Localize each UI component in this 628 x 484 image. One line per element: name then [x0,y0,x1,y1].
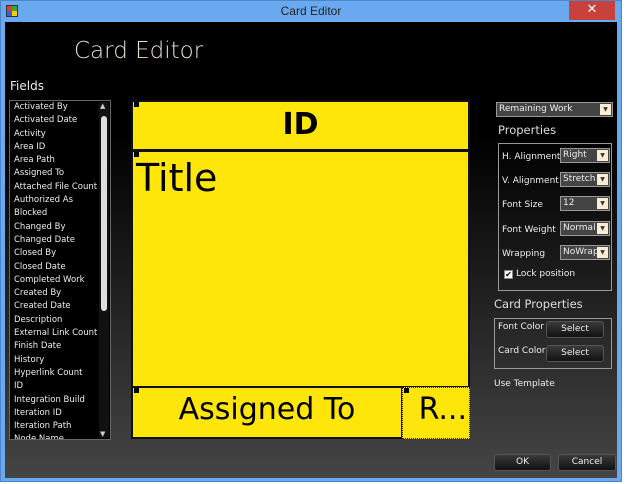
lock-position-checkbox[interactable]: ✔ [504,270,513,279]
field-list-item[interactable]: Closed Date [10,261,110,274]
window-title: Card Editor [280,4,342,18]
lock-icon [134,102,139,107]
lock-icon [134,388,139,393]
card-field-id[interactable]: ID [131,100,470,151]
use-template-link[interactable]: Use Template [494,379,555,389]
field-list-item[interactable]: Node Name [10,433,110,439]
scroll-up-icon[interactable]: ▲ [100,102,105,110]
font-size-label: Font Size [502,200,543,210]
font-color-label: Font Color [498,322,544,332]
page-title: Card Editor [74,38,204,64]
chevron-down-icon: ▼ [597,150,608,161]
field-list-item[interactable]: Created Date [10,300,110,313]
fields-label: Fields [10,79,44,93]
field-list-item[interactable]: Activated Date [10,114,110,127]
font-color-select-button[interactable]: Select [546,321,604,338]
field-list-item[interactable]: Created By [10,287,110,300]
field-list-item[interactable]: Attached File Count [10,181,110,194]
field-list-item[interactable]: Completed Work [10,274,110,287]
card-field-title[interactable]: Title [131,150,470,388]
h-align-dropdown[interactable]: Right ▼ [560,148,610,163]
h-align-label: H. Alignment [502,152,561,162]
font-size-value: 12 [563,198,575,208]
field-list-item[interactable]: Activated By [10,101,110,114]
field-list-item[interactable]: Hyperlink Count [10,367,110,380]
close-button[interactable]: ✕ [569,1,615,20]
selected-field-value: Remaining Work [499,104,573,114]
field-list-item[interactable]: External Link Count [10,327,110,340]
cancel-button[interactable]: Cancel [558,454,616,471]
lock-position-label: Lock position [516,269,576,279]
card-field-remaining-work[interactable]: R... [402,387,470,439]
field-list-item[interactable]: History [10,354,110,367]
field-list-item[interactable]: ID [10,380,110,393]
field-list-item[interactable]: Area Path [10,154,110,167]
scroll-thumb[interactable] [101,116,107,311]
lock-icon [134,152,139,157]
card-field-assigned-text: Assigned To [178,392,356,427]
card-field-remaining-text: R... [418,392,467,427]
field-list-item[interactable]: Assigned To [10,167,110,180]
h-align-value: Right [563,150,587,160]
font-size-dropdown[interactable]: 12 ▼ [560,196,610,211]
chevron-down-icon: ▼ [597,223,608,234]
card-field-assigned-to[interactable]: Assigned To [131,387,403,439]
field-list-item[interactable]: Closed By [10,247,110,260]
wrapping-label: Wrapping [502,249,546,259]
card-color-label: Card Color [498,346,546,356]
field-list-item[interactable]: Changed Date [10,234,110,247]
v-align-label: V. Alignment [502,176,559,186]
font-weight-label: Font Weight [502,225,556,235]
fields-list[interactable]: Activated By Activated Date Activity Area I… [9,100,111,440]
font-weight-value: Normal [563,223,596,233]
chevron-down-icon: ▼ [600,104,611,115]
wrapping-dropdown[interactable]: NoWrap ▼ [560,245,610,260]
field-list-item[interactable]: Authorized As [10,194,110,207]
chevron-down-icon: ▼ [597,174,608,185]
ok-button[interactable]: OK [494,454,551,471]
field-list-item[interactable]: Activity [10,128,110,141]
font-weight-dropdown[interactable]: Normal ▼ [560,221,610,236]
v-align-value: Stretch [563,174,596,184]
field-list-item[interactable]: Changed By [10,221,110,234]
chevron-down-icon: ▼ [597,198,608,209]
lock-icon [404,388,409,393]
chevron-down-icon: ▼ [597,247,608,258]
properties-heading: Properties [498,123,557,137]
field-list-item[interactable]: Iteration Path [10,420,110,433]
field-list-item[interactable]: Blocked [10,207,110,220]
fields-scrollbar[interactable]: ▲ ▼ [99,102,109,438]
field-list-item[interactable]: Area ID [10,141,110,154]
card-properties-heading: Card Properties [494,297,583,311]
v-align-dropdown[interactable]: Stretch ▼ [560,172,610,187]
card-field-id-text: ID [282,107,319,142]
field-list-item[interactable]: Finish Date [10,340,110,353]
scroll-down-icon[interactable]: ▼ [100,430,105,438]
title-bar: Card Editor ✕ [1,1,621,22]
wrapping-value: NoWrap [563,247,599,257]
card-color-select-button[interactable]: Select [546,345,604,362]
client-area: Card Editor Fields Activated By Activated… [5,22,617,478]
selected-field-dropdown[interactable]: Remaining Work ▼ [496,102,613,117]
field-list-item[interactable]: Description [10,314,110,327]
field-list-item[interactable]: Integration Build [10,394,110,407]
card-editor-window: Card Editor ✕ Card Editor Fields Activat… [0,0,622,482]
card-field-title-text: Title [136,156,218,200]
field-list-item[interactable]: Iteration ID [10,407,110,420]
